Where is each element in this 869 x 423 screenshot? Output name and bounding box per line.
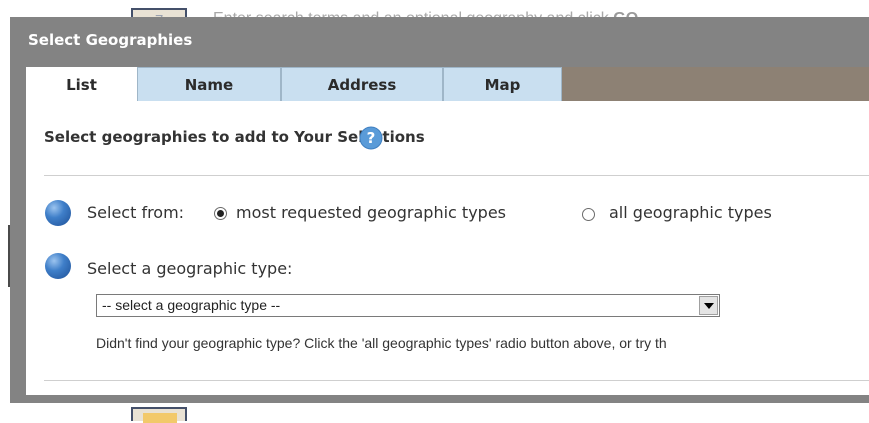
tab-name-label: Name — [184, 75, 234, 94]
chevron-down-icon[interactable] — [699, 296, 718, 315]
most-requested-radio[interactable] — [214, 207, 227, 220]
question-mark-icon[interactable]: ? — [359, 126, 383, 150]
tab-strip: List Name Address Map — [26, 67, 869, 101]
tab-list-label: List — [66, 75, 97, 94]
svg-text:?: ? — [367, 129, 376, 147]
select-geographies-dialog: Select Geographies List Name Address Map… — [10, 17, 869, 403]
list-tab-panel: Select geographies to add to Your Select… — [26, 101, 869, 395]
geo-type-label: Select a geographic type: — [87, 259, 293, 278]
select-from-label: Select from: — [87, 203, 185, 222]
most-requested-label[interactable]: most requested geographic types — [236, 203, 506, 222]
tab-list[interactable]: List — [26, 67, 137, 101]
top-divider — [44, 175, 869, 176]
bottom-divider — [44, 380, 869, 381]
tab-map-label: Map — [484, 75, 521, 94]
tab-name[interactable]: Name — [137, 67, 281, 101]
geographic-type-selected-value: -- select a geographic type -- — [102, 297, 281, 313]
step-bullet-icon — [45, 200, 71, 226]
tab-address-label: Address — [327, 75, 397, 94]
dialog-title: Select Geographies — [28, 31, 193, 49]
all-geographic-types-radio[interactable] — [582, 208, 595, 221]
background-next-step-badge — [131, 407, 187, 423]
hint-text: Didn't find your geographic type? Click … — [96, 335, 667, 351]
tab-address[interactable]: Address — [281, 67, 443, 101]
background-next-step-fill — [143, 413, 177, 423]
geographic-type-select[interactable]: -- select a geographic type -- — [96, 294, 720, 317]
tab-map[interactable]: Map — [443, 67, 562, 101]
step-bullet-icon — [45, 253, 71, 279]
all-geographic-types-label[interactable]: all geographic types — [609, 203, 772, 222]
